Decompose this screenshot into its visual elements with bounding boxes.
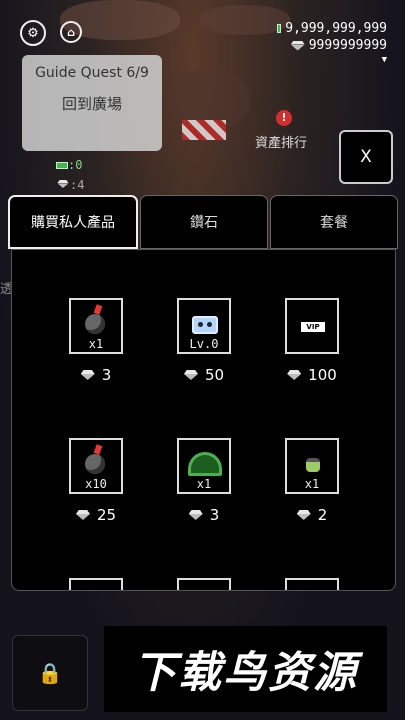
home-button[interactable]: ⌂ <box>60 21 82 43</box>
alert-badge: ! <box>276 110 292 126</box>
tab-private-products[interactable]: 購買私人產品 <box>8 195 138 249</box>
gem-icon <box>184 370 198 380</box>
item-price: 100 <box>258 366 366 384</box>
cash-small-stat: :0 <box>56 158 82 172</box>
guide-quest-title: Guide Quest 6/9 <box>35 65 149 81</box>
tab-diamonds[interactable]: 鑽石 <box>140 195 268 249</box>
gem-icon <box>297 510 311 520</box>
gem-row: 9999999999 <box>277 37 387 54</box>
lock-icon: 🔒 <box>37 661 63 685</box>
item-price: 2 <box>258 506 366 524</box>
tab-label: 購買私人產品 <box>31 215 115 231</box>
robot-icon <box>192 316 218 334</box>
guide-quest-action[interactable]: 回到廣場 <box>22 93 162 114</box>
currency-display: 9,999,999,999 9999999999 ▼ <box>277 20 387 66</box>
guide-quest-panel[interactable]: Guide Quest 6/9 回到廣場 <box>22 55 162 151</box>
close-label: X <box>360 147 372 167</box>
chevron-down-icon: ▼ <box>381 55 387 65</box>
tab-label: 套餐 <box>320 215 348 231</box>
shop-item[interactable]: x10 25 <box>42 438 150 524</box>
item-price: 25 <box>42 506 150 524</box>
gear-icon: ⚙ <box>27 25 39 41</box>
gem-amount: 9999999999 <box>308 38 387 53</box>
gem-small-stat: :4 <box>56 178 84 192</box>
shop-item[interactable]: VIP 100 <box>258 298 366 384</box>
item-price: 3 <box>150 506 258 524</box>
item-slot[interactable] <box>177 578 231 590</box>
cash-icon <box>56 162 68 169</box>
item-quantity: x1 <box>304 477 320 491</box>
shop-panel[interactable]: x1 3 Lv.0 50 VIP 100 x10 25 x1 3 x1 2 <box>11 249 396 591</box>
tab-packages[interactable]: 套餐 <box>270 195 398 249</box>
shop-item[interactable]: Lv.0 50 <box>150 298 258 384</box>
shop-item[interactable]: x1 3 <box>42 298 150 384</box>
shop-item[interactable]: x1 2 <box>258 438 366 524</box>
gem-icon <box>57 180 68 188</box>
item-slot[interactable]: x1 <box>177 438 231 494</box>
cash-amount: 9,999,999,999 <box>285 21 387 36</box>
shop-item[interactable]: x1 3 <box>150 438 258 524</box>
cash-small-value: :0 <box>68 158 83 172</box>
item-slot[interactable]: x10 <box>69 438 123 494</box>
shop-tabs: 購買私人產品 鑽石 套餐 <box>8 195 398 249</box>
gem-icon <box>76 510 90 520</box>
item-slot[interactable] <box>285 578 339 590</box>
watermark: 下载鸟资源 <box>104 626 387 712</box>
cash-row: 9,999,999,999 <box>277 20 387 37</box>
item-slot[interactable] <box>69 578 123 590</box>
price-value: 3 <box>101 366 112 384</box>
gem-icon <box>81 370 95 380</box>
bomb-icon <box>85 314 105 334</box>
item-price: 3 <box>42 366 150 384</box>
item-quantity: x1 <box>196 477 212 491</box>
item-quantity: x1 <box>88 337 104 351</box>
bomb-icon <box>85 454 105 474</box>
cash-icon <box>277 24 282 33</box>
gem-icon <box>291 41 305 51</box>
tab-label: 鑽石 <box>190 215 218 231</box>
item-quantity: x10 <box>85 477 107 491</box>
potion-icon <box>306 458 320 472</box>
currency-dropdown[interactable]: ▼ <box>277 54 387 66</box>
item-slot[interactable]: VIP <box>285 298 339 354</box>
price-value: 3 <box>209 506 220 524</box>
price-value: 100 <box>308 366 337 384</box>
settings-button[interactable]: ⚙ <box>20 20 46 46</box>
helmet-icon <box>188 452 222 476</box>
gem-icon <box>189 510 203 520</box>
item-quantity: Lv.0 <box>189 337 219 351</box>
home-icon: ⌂ <box>67 25 75 39</box>
gem-icon <box>287 370 301 380</box>
item-slot[interactable]: Lv.0 <box>177 298 231 354</box>
striped-barrier <box>182 120 226 140</box>
item-price: 50 <box>150 366 258 384</box>
price-value: 25 <box>96 506 117 524</box>
locked-slot[interactable]: 🔒 <box>12 635 88 711</box>
gem-small-value: :4 <box>70 178 85 192</box>
vip-icon: VIP <box>301 322 325 332</box>
item-slot[interactable]: x1 <box>285 438 339 494</box>
shop-item[interactable] <box>258 578 366 590</box>
asset-ranking-label[interactable]: 資產排行 <box>255 132 307 151</box>
price-value: 50 <box>204 366 225 384</box>
shop-item[interactable] <box>42 578 150 590</box>
price-value: 2 <box>317 506 328 524</box>
item-slot[interactable]: x1 <box>69 298 123 354</box>
close-button[interactable]: X <box>339 130 393 184</box>
shop-item[interactable] <box>150 578 258 590</box>
